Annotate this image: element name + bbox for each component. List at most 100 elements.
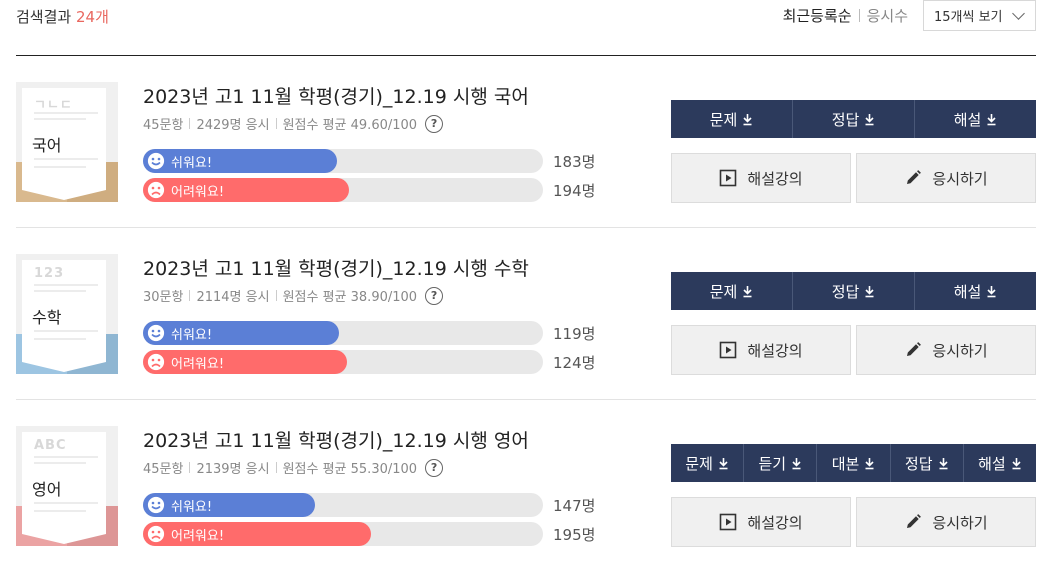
chevron-down-icon xyxy=(1012,7,1025,20)
download-icon xyxy=(792,457,801,469)
easy-vote-label: 쉬워요! xyxy=(171,500,213,515)
download-button[interactable]: 해설 xyxy=(964,444,1036,482)
exam-title[interactable]: 2023년 고1 11월 학평(경기)_12.19 시행 수학 xyxy=(143,254,529,281)
meta-separator xyxy=(189,290,191,301)
thumbnail-line xyxy=(34,158,98,160)
download-label: 해설 xyxy=(953,110,982,129)
download-label: 문제 xyxy=(709,110,738,129)
download-label: 해설 xyxy=(953,282,982,301)
easy-face-wrap xyxy=(145,150,167,172)
easy-vote-count: 119명 xyxy=(553,325,596,343)
hard-vote-label: 어려워요! xyxy=(171,185,225,200)
lecture-icon-wrap xyxy=(719,513,737,531)
pencil-icon xyxy=(907,514,922,528)
hard-vote-count: 194명 xyxy=(553,182,596,200)
take-exam-button[interactable]: 응시하기 xyxy=(856,325,1036,375)
question-icon[interactable]: ? xyxy=(425,458,444,477)
exam-title[interactable]: 2023년 고1 11월 학평(경기)_12.19 시행 국어 xyxy=(143,82,529,109)
download-label: 문제 xyxy=(709,282,738,301)
lecture-label: 해설강의 xyxy=(747,169,803,188)
lecture-label: 해설강의 xyxy=(747,513,803,532)
question-icon[interactable]: ? xyxy=(425,286,444,305)
exam-title[interactable]: 2023년 고1 11월 학평(경기)_12.19 시행 영어 xyxy=(143,426,529,453)
smile-face-icon xyxy=(146,323,166,343)
easy-vote-bar[interactable]: 쉬워요! xyxy=(143,321,543,345)
download-button[interactable]: 해설 xyxy=(915,100,1036,138)
download-button[interactable]: 정답 xyxy=(891,444,964,482)
thumbnail-paper-notch xyxy=(22,190,106,200)
pencil-icon xyxy=(907,342,922,356)
exam-meta: 30문항 2114명 응시 원점수 평균 38.90/100? xyxy=(143,286,444,305)
download-label: 대본 xyxy=(831,454,860,473)
play-icon xyxy=(720,169,737,187)
hard-vote-label: 어려워요! xyxy=(171,529,225,544)
download-label: 정답 xyxy=(831,110,860,129)
per-page-select[interactable]: 15개씩 보기 xyxy=(923,0,1036,31)
meta-separator xyxy=(275,290,277,301)
result-number: 24개 xyxy=(75,8,109,26)
download-icon xyxy=(938,457,948,469)
hard-vote-label: 어려워요! xyxy=(171,357,225,372)
take-icon-wrap xyxy=(904,169,922,187)
meta-separator xyxy=(275,462,277,473)
thumbnail-line xyxy=(34,510,86,512)
lecture-icon-wrap xyxy=(719,341,737,359)
download-button[interactable]: 정답 xyxy=(793,272,915,310)
hard-vote-count: 195명 xyxy=(553,526,596,544)
exam-item: ㄱㄴㄷ 국어 2023년 고1 11월 학평(경기)_12.19 시행 국어 45문항… xyxy=(16,56,1036,228)
download-button[interactable]: 해설 xyxy=(915,272,1036,310)
thumbnail-paper-notch xyxy=(22,362,106,372)
hard-vote-bar[interactable]: 어려워요! xyxy=(143,522,543,546)
sad-face-icon xyxy=(146,524,166,544)
download-button[interactable]: 문제 xyxy=(671,444,745,482)
download-icon xyxy=(865,113,874,125)
easy-face-wrap xyxy=(145,494,167,516)
sad-face-icon xyxy=(146,180,166,200)
download-button[interactable]: 정답 xyxy=(793,100,915,138)
easy-vote-count: 183명 xyxy=(553,153,596,171)
item-divider xyxy=(16,227,1036,228)
easy-vote-bar[interactable]: 쉬워요! xyxy=(143,493,543,517)
lecture-button[interactable]: 해설강의 xyxy=(671,153,851,203)
download-icon xyxy=(1012,457,1021,469)
question-count: 45문항 xyxy=(143,118,184,133)
download-button[interactable]: 듣기 xyxy=(744,444,818,482)
average-score: 원점수 평균 38.90/100 xyxy=(282,290,418,305)
thumbnail-line xyxy=(34,290,86,292)
hard-face-wrap xyxy=(145,179,167,201)
meta-separator xyxy=(275,118,277,129)
download-icon xyxy=(987,285,996,297)
average-score: 원점수 평균 55.30/100 xyxy=(282,462,418,477)
easy-vote-bar[interactable]: 쉬워요! xyxy=(143,149,543,173)
hard-face-wrap xyxy=(145,351,167,373)
result-count: 검색결과 24개 xyxy=(16,6,109,27)
thumbnail-line xyxy=(34,338,86,340)
sort-recent[interactable]: 최근등록순 xyxy=(783,5,852,26)
hard-vote-bar[interactable]: 어려워요! xyxy=(143,178,543,202)
thumbnail-line xyxy=(34,166,86,168)
sort-takers[interactable]: 응시수 xyxy=(867,5,908,26)
hard-face-wrap xyxy=(145,523,167,545)
item-divider xyxy=(16,399,1036,400)
exam-meta: 45문항 2429명 응시 원점수 평균 49.60/100? xyxy=(143,114,444,133)
hard-vote-bar[interactable]: 어려워요! xyxy=(143,350,543,374)
smile-face-icon xyxy=(146,151,166,171)
lecture-icon-wrap xyxy=(719,169,737,187)
lecture-button[interactable]: 해설강의 xyxy=(671,497,851,547)
download-icon xyxy=(743,113,752,125)
thumbnail-line xyxy=(34,502,98,504)
question-icon[interactable]: ? xyxy=(425,114,444,133)
download-bar: 문제 정답 해설 xyxy=(671,100,1036,138)
lecture-button[interactable]: 해설강의 xyxy=(671,325,851,375)
download-label: 정답 xyxy=(904,454,933,473)
download-icon xyxy=(865,285,874,297)
download-button[interactable]: 문제 xyxy=(671,272,793,310)
take-exam-button[interactable]: 응시하기 xyxy=(856,497,1036,547)
subject-thumbnail: 123 수학 xyxy=(16,254,118,374)
download-button[interactable]: 대본 xyxy=(817,444,891,482)
download-button[interactable]: 문제 xyxy=(671,100,793,138)
thumbnail-line xyxy=(34,330,98,332)
take-exam-button[interactable]: 응시하기 xyxy=(856,153,1036,203)
exam-item: ABC 영어 2023년 고1 11월 학평(경기)_12.19 시행 영어 45문항… xyxy=(16,400,1036,562)
take-label: 응시하기 xyxy=(932,513,988,532)
